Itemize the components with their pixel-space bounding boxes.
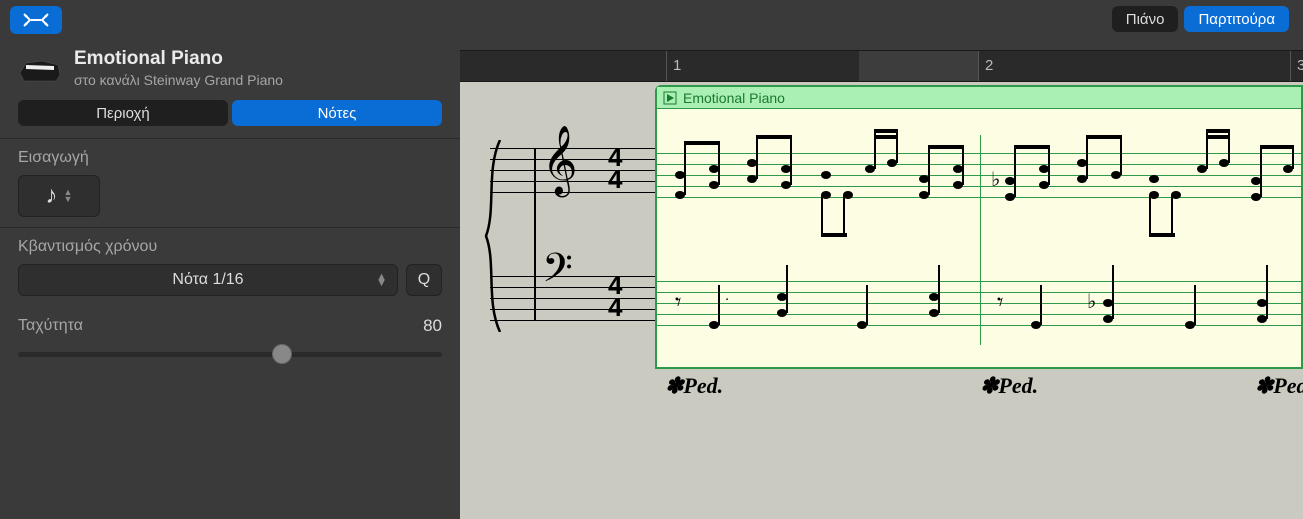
velocity-label: Ταχύτητα [18, 317, 83, 335]
chevron-up-down-icon: ▲▼ [376, 274, 387, 286]
quantize-value: Νότα 1/16 [172, 271, 243, 289]
bar-number: 2 [985, 57, 993, 74]
track-subtitle: στο κανάλι Steinway Grand Piano [74, 72, 283, 88]
score-editor: Πιάνο Παρτιτούρα 1 2 3 𝄞 [460, 0, 1303, 519]
bar-ruler[interactable]: 1 2 3 [460, 50, 1303, 82]
quantize-apply-button[interactable]: Q [406, 264, 442, 296]
bar-number: 1 [673, 57, 681, 74]
notation-area[interactable]: ♭ [657, 109, 1301, 367]
midi-region[interactable]: Emotional Piano [655, 85, 1303, 369]
pedal-marking: ✽Ped. [980, 373, 1038, 399]
eighth-note-icon: ♪ [46, 182, 58, 210]
pedal-marking: ✽Ped. [1255, 373, 1303, 399]
quantize-label: Κβαντισμός χρόνου [18, 238, 442, 256]
pedal-marking: ✽Ped. [665, 373, 723, 399]
inspector-panel: Emotional Piano στο κανάλι Steinway Gran… [0, 0, 460, 519]
region-header[interactable]: Emotional Piano [657, 87, 1301, 109]
velocity-slider[interactable] [18, 342, 442, 366]
quantize-select[interactable]: Νότα 1/16 ▲▼ [18, 264, 398, 296]
treble-clef-icon: 𝄞 [542, 126, 577, 195]
piano-icon [18, 53, 62, 83]
view-tab-piano[interactable]: Πιάνο [1112, 6, 1179, 32]
region-name: Emotional Piano [683, 90, 785, 106]
tab-region[interactable]: Περιοχή [18, 100, 228, 126]
staff-prefix: 𝄞 44 𝄢 44 [490, 118, 660, 296]
bar-number: 3 [1297, 57, 1303, 74]
velocity-value: 80 [423, 316, 442, 336]
catch-playhead-button[interactable] [10, 6, 62, 34]
tab-notes[interactable]: Νότες [232, 100, 442, 126]
view-tab-score[interactable]: Παρτιτούρα [1184, 6, 1289, 32]
bass-clef-icon: 𝄢 [542, 246, 573, 302]
insert-note-selector[interactable]: ♪ ▲▼ [18, 175, 100, 217]
time-signature: 44 [608, 146, 622, 190]
track-title: Emotional Piano [74, 48, 283, 70]
play-icon [663, 91, 677, 105]
time-signature: 44 [608, 274, 622, 318]
track-header: Emotional Piano στο κανάλι Steinway Gran… [0, 34, 460, 100]
stepper-icon: ▲▼ [64, 189, 73, 203]
insert-label: Εισαγωγή [18, 149, 442, 167]
